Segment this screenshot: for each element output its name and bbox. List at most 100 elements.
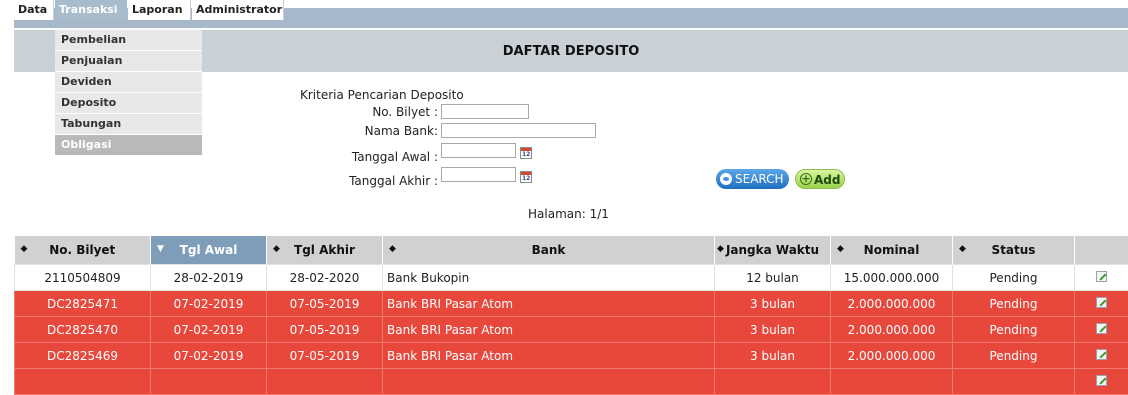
table-row[interactable]: [15, 369, 1128, 395]
transaksi-dropdown-menu: Pembelian Penjualan Deviden Deposito Tab…: [55, 30, 202, 156]
table-row[interactable]: 2110504809 28-02-2019 28-02-2020 Bank Bu…: [15, 265, 1128, 291]
cell-tgl-awal: 07-02-2019: [151, 291, 267, 317]
cell-actions: [1075, 343, 1128, 369]
sort-desc-icon: ▼: [157, 244, 164, 254]
table-row[interactable]: DC2825471 07-02-2019 07-05-2019 Bank BRI…: [15, 291, 1128, 317]
edit-icon[interactable]: [1096, 297, 1107, 308]
nama-bank-label: Nama Bank:: [298, 124, 438, 138]
no-bilyet-label: No. Bilyet :: [298, 105, 438, 119]
cell-no-bilyet: [15, 369, 151, 395]
edit-icon[interactable]: [1096, 323, 1107, 334]
edit-icon[interactable]: [1096, 349, 1107, 360]
dropdown-item-deviden[interactable]: Deviden: [55, 72, 202, 93]
cell-tgl-awal: 07-02-2019: [151, 317, 267, 343]
pagination-info: Halaman: 1/1: [528, 207, 609, 221]
menu-item-data[interactable]: Data: [14, 0, 54, 20]
cell-nominal: 2.000.000.000: [831, 343, 953, 369]
sort-icon: ◆: [959, 244, 966, 254]
column-header-actions: [1075, 236, 1128, 265]
cell-nominal: [831, 369, 953, 395]
cell-tgl-awal: [151, 369, 267, 395]
add-button-label: Add: [814, 170, 840, 190]
table-row[interactable]: DC2825469 07-02-2019 07-05-2019 Bank BRI…: [15, 343, 1128, 369]
column-header-no-bilyet[interactable]: ◆ No. Bilyet: [15, 236, 151, 265]
cell-actions: [1075, 265, 1128, 291]
dropdown-item-penjualan[interactable]: Penjualan: [55, 51, 202, 72]
cell-bank: Bank Bukopin: [383, 265, 715, 291]
search-icon: [720, 173, 732, 185]
cell-tgl-awal: 07-02-2019: [151, 343, 267, 369]
cell-jangka-waktu: 3 bulan: [715, 343, 831, 369]
no-bilyet-input[interactable]: [441, 104, 529, 119]
cell-tgl-akhir: 07-05-2019: [267, 291, 383, 317]
cell-status: [953, 369, 1075, 395]
cell-tgl-akhir: 07-05-2019: [267, 343, 383, 369]
dropdown-item-deposito[interactable]: Deposito: [55, 93, 202, 114]
cell-nominal: 15.000.000.000: [831, 265, 953, 291]
cell-actions: [1075, 317, 1128, 343]
add-button[interactable]: + Add: [795, 169, 845, 189]
sort-icon: ◆: [273, 244, 280, 254]
cell-nominal: 2.000.000.000: [831, 317, 953, 343]
cell-no-bilyet: DC2825470: [15, 317, 151, 343]
menu-item-administrator[interactable]: Administrator: [192, 0, 284, 20]
cell-jangka-waktu: 12 bulan: [715, 265, 831, 291]
dropdown-item-obligasi[interactable]: Obligasi: [55, 135, 202, 156]
column-header-status[interactable]: ◆ Status: [953, 236, 1075, 265]
calendar-icon[interactable]: 12: [520, 147, 532, 159]
search-button-label: SEARCH: [735, 169, 784, 189]
calendar-icon-day: 12: [522, 175, 530, 182]
cell-status: Pending: [953, 317, 1075, 343]
cell-jangka-waktu: 3 bulan: [715, 291, 831, 317]
column-header-label: Bank: [532, 243, 566, 257]
cell-tgl-akhir: 07-05-2019: [267, 317, 383, 343]
cell-bank: Bank BRI Pasar Atom: [383, 343, 715, 369]
column-header-label: Status: [992, 243, 1036, 257]
tanggal-akhir-input[interactable]: [441, 167, 516, 182]
cell-jangka-waktu: 3 bulan: [715, 317, 831, 343]
dropdown-item-pembelian[interactable]: Pembelian: [55, 30, 202, 51]
cell-bank: [383, 369, 715, 395]
column-header-label: Tgl Akhir: [294, 243, 355, 257]
edit-icon[interactable]: [1096, 375, 1107, 386]
calendar-icon[interactable]: 12: [520, 171, 532, 183]
cell-status: Pending: [953, 343, 1075, 369]
tanggal-awal-input[interactable]: [441, 143, 516, 158]
dropdown-item-tabungan[interactable]: Tabungan: [55, 114, 202, 135]
column-header-label: No. Bilyet: [49, 243, 115, 257]
cell-tgl-awal: 28-02-2019: [151, 265, 267, 291]
column-header-label: Tgl Awal: [180, 243, 238, 257]
cell-bank: Bank BRI Pasar Atom: [383, 291, 715, 317]
cell-tgl-akhir: 28-02-2020: [267, 265, 383, 291]
search-button[interactable]: SEARCH: [716, 169, 789, 189]
cell-actions: [1075, 291, 1128, 317]
column-header-label: Nominal: [864, 243, 920, 257]
column-header-jangka-waktu[interactable]: ◆Jangka Waktu: [715, 236, 831, 265]
table-header-row: ◆ No. Bilyet ▼ Tgl Awal ◆ Tgl Akhir ◆ Bank ◆…: [15, 236, 1128, 265]
column-header-tgl-akhir[interactable]: ◆ Tgl Akhir: [267, 236, 383, 265]
column-header-label: Jangka Waktu: [726, 243, 819, 257]
cell-actions: [1075, 369, 1128, 395]
cell-bank: Bank BRI Pasar Atom: [383, 317, 715, 343]
sort-icon: ◆: [389, 244, 396, 254]
sort-icon: ◆: [21, 244, 28, 254]
search-criteria-title: Kriteria Pencarian Deposito: [300, 88, 464, 102]
column-header-bank[interactable]: ◆ Bank: [383, 236, 715, 265]
cell-jangka-waktu: [715, 369, 831, 395]
nama-bank-input[interactable]: [441, 123, 596, 138]
table-row[interactable]: DC2825470 07-02-2019 07-05-2019 Bank BRI…: [15, 317, 1128, 343]
column-header-tgl-awal[interactable]: ▼ Tgl Awal: [151, 236, 267, 265]
menu-item-laporan[interactable]: Laporan: [128, 0, 191, 20]
cell-no-bilyet: 2110504809: [15, 265, 151, 291]
edit-icon[interactable]: [1096, 271, 1107, 282]
deposit-table: ◆ No. Bilyet ▼ Tgl Awal ◆ Tgl Akhir ◆ Bank ◆…: [14, 236, 1128, 395]
cell-nominal: 2.000.000.000: [831, 291, 953, 317]
calendar-icon-day: 12: [522, 151, 530, 158]
sort-icon: ◆: [837, 244, 844, 254]
cell-status: Pending: [953, 265, 1075, 291]
cell-status: Pending: [953, 291, 1075, 317]
column-header-nominal[interactable]: ◆ Nominal: [831, 236, 953, 265]
menu-item-transaksi[interactable]: Transaksi: [55, 0, 127, 20]
cell-no-bilyet: DC2825469: [15, 343, 151, 369]
cell-no-bilyet: DC2825471: [15, 291, 151, 317]
